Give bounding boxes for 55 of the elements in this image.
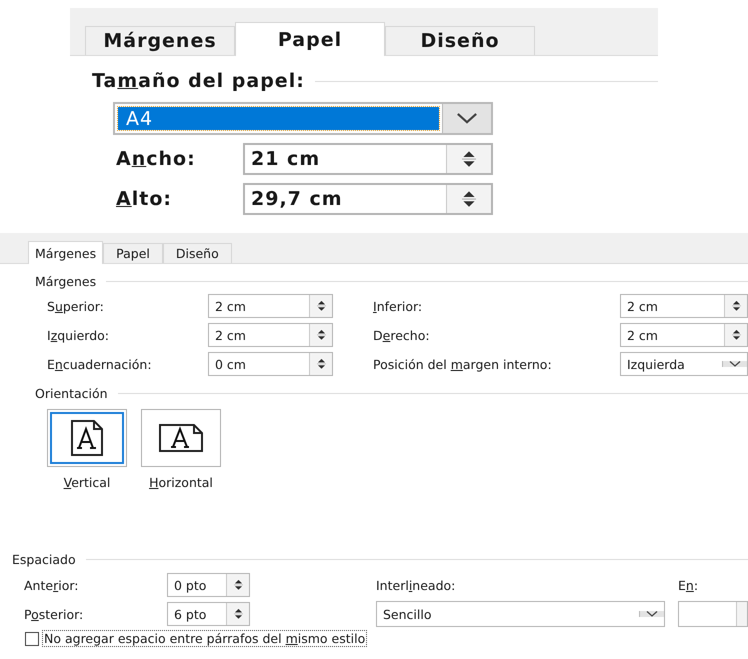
chevron-down-icon[interactable] [456,113,478,124]
spin-field[interactable]: 2 cm [620,294,748,318]
field-label: Izquierdo: [47,328,110,342]
option-label: Vertical [64,475,110,490]
section-heading: Espaciado [12,552,76,567]
landscape-page-icon [158,423,204,453]
spin-arrows-icon[interactable] [316,358,326,370]
spin-field[interactable] [678,601,748,627]
spin-field[interactable]: 0 cm [208,352,333,376]
spin-arrows-icon[interactable] [316,300,326,312]
spin-field[interactable]: 21 cm [243,143,493,175]
spin-arrows-icon[interactable] [732,329,740,341]
spin-field[interactable]: 2 cm [620,323,748,347]
checkbox-label: No agregar espacio entre párrafos del mismo estilo [43,631,366,646]
tab[interactable]: Márgenes [28,241,104,264]
orientation-button[interactable] [141,409,221,467]
section-heading: Orientación [35,386,108,401]
dropdown[interactable]: Izquierda [620,352,748,376]
section-heading: Márgenes [35,274,96,289]
chevron-down-icon[interactable] [646,611,658,617]
tab[interactable]: Diseño [385,26,535,55]
tab[interactable]: Papel [235,22,385,56]
field-label: Alto: [116,188,173,210]
spin-arrows-icon[interactable] [732,300,740,312]
spin-arrows-icon[interactable] [316,329,326,341]
field-label: Encuadernación: [47,356,153,372]
tab[interactable]: Papel [103,243,163,263]
spin-field[interactable]: 2 cm [208,294,333,318]
spin-field[interactable]: 6 pto [167,602,250,626]
chevron-down-icon[interactable] [729,361,741,367]
section-heading: Ta maño del papel: [92,70,305,92]
field-label: Derecho: [373,328,431,342]
field-label: Ancho: [116,148,197,170]
option-label: Horizontal [149,475,213,490]
spin-field[interactable]: 2 cm [208,323,333,347]
spin-field[interactable]: 29,7 cm [243,183,493,215]
checkbox[interactable] [25,632,39,646]
spin-arrows-icon[interactable] [462,190,476,208]
spin-arrows-icon[interactable] [234,608,242,620]
portrait-page-icon [70,419,104,457]
field-label: Posterior: [24,606,84,622]
field-label: Inferior: [373,298,424,314]
orientation-button[interactable] [47,409,127,467]
field-label: Anterior: [24,578,80,592]
tab[interactable]: Márgenes [85,26,235,55]
paper-size-dropdown[interactable]: A4 [113,102,493,135]
spin-arrows-icon[interactable] [234,579,242,591]
spin-field[interactable]: 0 pto [167,573,250,597]
line-spacing-dropdown[interactable]: Sencillo [376,601,665,627]
spin-arrows-icon[interactable] [462,150,476,168]
field-label: En: [678,578,700,592]
field-label: Posición del margen interno: [373,356,553,372]
field-label: Interlineado: [376,578,456,592]
tab[interactable]: Diseño [162,243,232,263]
field-label: Superior: [47,298,105,314]
